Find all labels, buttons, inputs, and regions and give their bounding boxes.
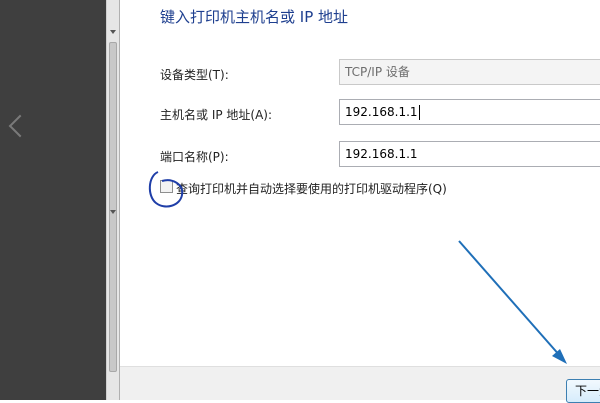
scrollbar[interactable] (106, 0, 120, 400)
query-printer-checkbox[interactable] (160, 180, 173, 193)
hostname-value: 192.168.1.1 (345, 105, 418, 119)
hostname-label: 主机名或 IP 地址(A): (160, 108, 273, 122)
add-printer-dialog: 键入打印机主机名或 IP 地址 设备类型(T): TCP/IP 设备 主机名或 … (120, 0, 600, 403)
scrollbar-thumb[interactable] (109, 42, 117, 372)
next-button[interactable]: 下一步 (566, 379, 600, 403)
device-type-select[interactable]: TCP/IP 设备 (339, 59, 600, 85)
page-title: 键入打印机主机名或 IP 地址 (160, 8, 349, 26)
scroll-arrow-icon (110, 30, 116, 34)
device-type-label: 设备类型(T): (160, 68, 229, 82)
port-name-label: 端口名称(P): (160, 150, 229, 164)
text-caret (418, 105, 420, 120)
chevron-left-icon (8, 114, 32, 138)
port-name-input[interactable]: 192.168.1.1 (339, 141, 600, 167)
dialog-footer: 下一步 (120, 366, 600, 403)
hostname-input[interactable]: 192.168.1.1 (339, 99, 600, 125)
scroll-arrow-icon (110, 210, 116, 214)
query-printer-label: 查询打印机并自动选择要使用的打印机驱动程序(Q) (176, 182, 447, 196)
background-window (0, 0, 106, 400)
